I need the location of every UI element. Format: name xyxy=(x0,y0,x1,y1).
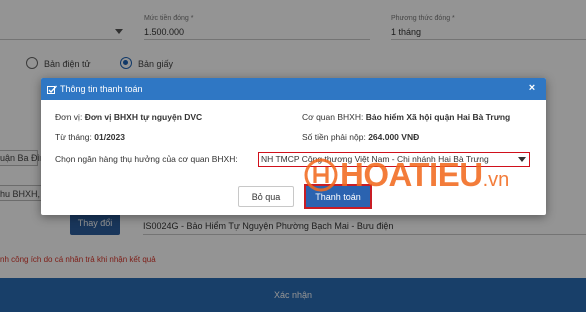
bank-selected-value: NH TMCP Công thương Việt Nam - Chi nhánh… xyxy=(261,154,489,164)
agency-label: Cơ quan BHXH: xyxy=(302,112,364,122)
amount-due-info: Số tiền phải nộp: 264.000 VNĐ xyxy=(302,132,419,142)
modal-title: Thông tin thanh toán xyxy=(60,84,143,94)
bank-select-label: Chọn ngân hàng thụ hưởng của cơ quan BHX… xyxy=(55,154,238,164)
agency-info: Cơ quan BHXH: Bảo hiểm Xã hội quận Hai B… xyxy=(302,112,510,122)
close-icon[interactable]: × xyxy=(527,83,537,94)
from-month-label: Từ tháng: xyxy=(55,132,92,142)
payment-info-modal: Thông tin thanh toán × Đơn vị: Đơn vị BH… xyxy=(41,78,546,215)
from-month-info: Từ tháng: 01/2023 xyxy=(55,132,125,142)
bank-select[interactable]: NH TMCP Công thương Việt Nam - Chi nhánh… xyxy=(258,152,530,167)
pay-button[interactable]: Thanh toán xyxy=(304,184,372,209)
amount-due-label: Số tiền phải nộp: xyxy=(302,132,366,142)
unit-info: Đơn vị: Đơn vị BHXH tự nguyện DVC xyxy=(55,112,202,122)
chevron-down-icon[interactable] xyxy=(518,157,526,162)
modal-header: Thông tin thanh toán xyxy=(41,78,546,100)
amount-due-value: 264.000 VNĐ xyxy=(368,132,420,142)
edit-checkbox-icon xyxy=(47,85,57,94)
agency-value: Bảo hiểm Xã hội quận Hai Bà Trưng xyxy=(365,112,511,122)
skip-button[interactable]: Bỏ qua xyxy=(238,186,294,207)
from-month-value: 01/2023 xyxy=(94,132,125,142)
unit-value: Đơn vị BHXH tự nguyện DVC xyxy=(84,112,203,122)
unit-label: Đơn vị: xyxy=(55,112,83,122)
